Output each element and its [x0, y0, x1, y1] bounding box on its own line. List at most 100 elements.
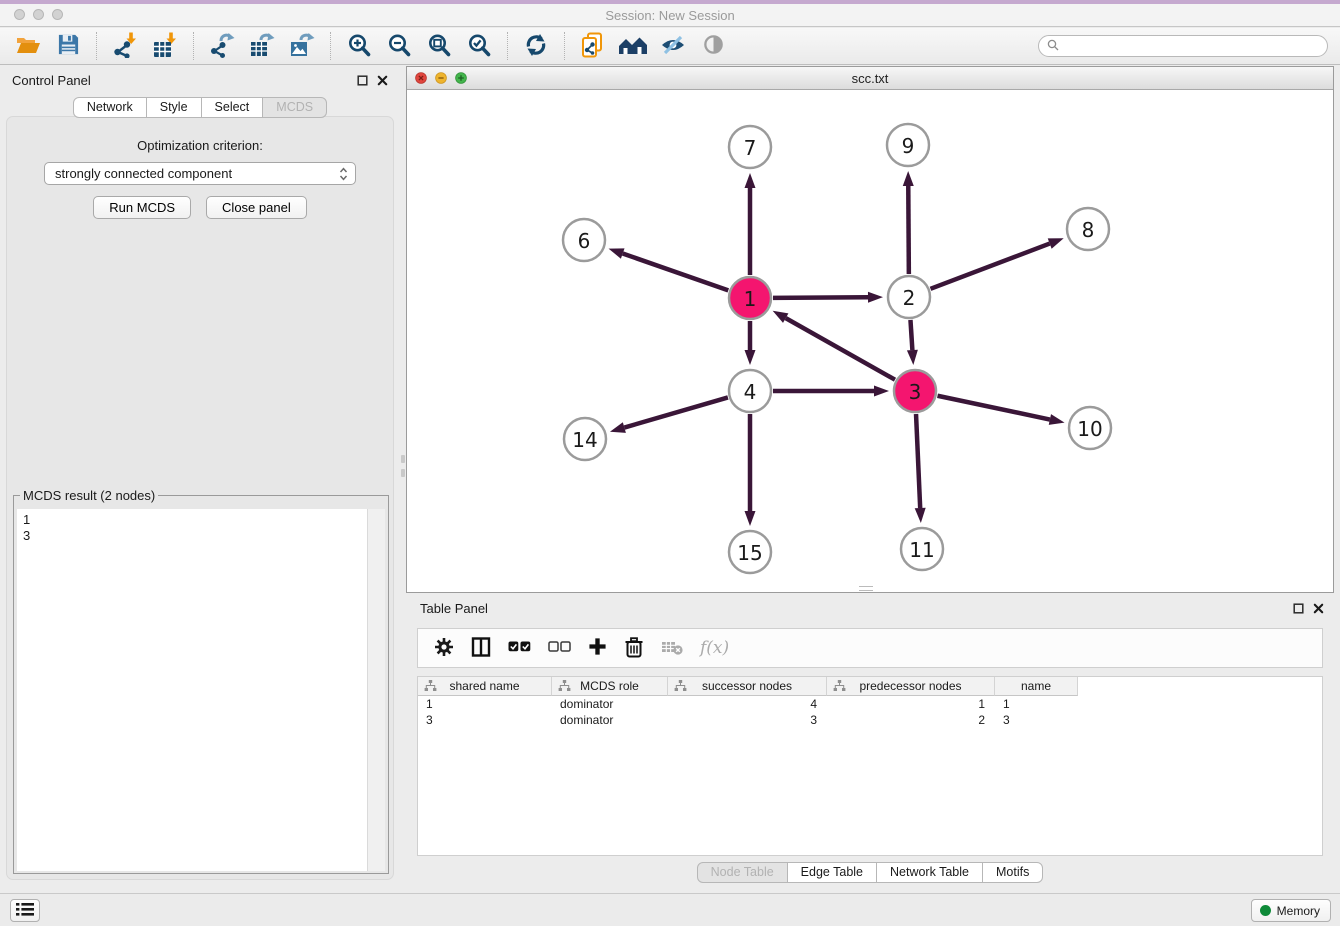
run-mcds-button[interactable]: Run MCDS [93, 196, 191, 219]
column-header-name[interactable]: name [995, 677, 1078, 696]
zoom-selected-icon [467, 33, 491, 60]
zoom-selected-button[interactable] [463, 30, 495, 62]
tab-node-table[interactable]: Node Table [697, 862, 788, 883]
delete-table-button[interactable] [661, 639, 683, 658]
graph-node-label-9: 9 [902, 134, 915, 158]
search-input[interactable] [1064, 39, 1319, 53]
graph-node-label-6: 6 [578, 229, 591, 253]
graph-edge-1-2[interactable] [773, 297, 868, 298]
refresh-icon [524, 33, 548, 60]
criterion-select[interactable]: strongly connected component [44, 162, 356, 185]
memory-status-icon [1260, 905, 1271, 916]
toolbar-separator [193, 32, 194, 60]
show-details-icon [702, 33, 725, 59]
titlebar: Session: New Session [0, 0, 1340, 27]
graph-node-label-4: 4 [744, 380, 757, 404]
tab-select[interactable]: Select [201, 97, 264, 118]
column-header-shared-name[interactable]: shared name [418, 677, 552, 696]
export-table-button[interactable] [246, 30, 278, 62]
show-details-button[interactable] [697, 30, 729, 62]
delete-column-button[interactable] [624, 636, 644, 661]
flow-icon [833, 680, 846, 695]
save-session-button[interactable] [52, 30, 84, 62]
close-panel-button[interactable]: Close panel [206, 196, 307, 219]
network-window-titlebar[interactable]: scc.txt [407, 67, 1333, 90]
import-table-button[interactable] [149, 30, 181, 62]
function-builder-button[interactable]: f(x) [700, 638, 729, 658]
memory-button-label: Memory [1277, 904, 1320, 918]
float-table-panel-icon[interactable] [1293, 602, 1304, 617]
titlebar-accent [0, 0, 1340, 4]
graph-node-label-15: 15 [737, 541, 762, 565]
graph-edge-arrow [773, 311, 789, 323]
close-panel-icon[interactable] [377, 74, 388, 89]
graph-node-label-7: 7 [744, 136, 757, 160]
mcds-result-legend: MCDS result (2 nodes) [20, 488, 158, 503]
table-panel: Table Panel f(x) shared nameMCDS rolesuc… [406, 595, 1334, 886]
houses-icon [618, 33, 648, 60]
graph-edge-1-6[interactable] [623, 254, 729, 291]
float-panel-icon[interactable] [357, 74, 368, 89]
tab-network-table[interactable]: Network Table [876, 862, 983, 883]
graph-edge-2-9[interactable] [908, 186, 909, 274]
table-toolbar: f(x) [417, 628, 1323, 668]
toolbar-separator [507, 32, 508, 60]
cell-shared-name: 1 [418, 696, 552, 712]
search-box[interactable] [1038, 35, 1328, 57]
column-header-mcds-role[interactable]: MCDS role [552, 677, 668, 696]
search-icon [1047, 39, 1059, 54]
graph-edge-arrow [868, 292, 883, 303]
table-row[interactable]: 1dominator411 [418, 696, 1322, 712]
gear-button[interactable] [434, 637, 454, 660]
task-history-button[interactable] [10, 899, 40, 922]
view-resize-grip[interactable] [859, 586, 873, 591]
graph-edge-arrow [609, 248, 625, 258]
deselect-all-columns-button[interactable] [548, 639, 571, 657]
add-column-icon [588, 637, 607, 659]
first-neighbors-button[interactable] [577, 30, 609, 62]
zoom-in-button[interactable] [343, 30, 375, 62]
graph-edge-arrow [1049, 414, 1065, 425]
table-row[interactable]: 3dominator323 [418, 712, 1322, 728]
column-header-predecessor-nodes[interactable]: predecessor nodes [827, 677, 995, 696]
memory-button[interactable]: Memory [1251, 899, 1331, 922]
graph-edge-3-10[interactable] [938, 396, 1050, 420]
tab-style[interactable]: Style [146, 97, 202, 118]
columns-icon [471, 637, 491, 660]
control-panel-title: Control Panel [12, 73, 91, 88]
result-scrollbar[interactable] [367, 509, 385, 871]
select-all-columns-button[interactable] [508, 639, 531, 657]
network-view-title: scc.txt [407, 71, 1333, 86]
houses-button[interactable] [617, 30, 649, 62]
mcds-result-text[interactable]: 1 3 [17, 509, 367, 871]
zoom-fit-button[interactable] [423, 30, 455, 62]
cell-predecessor-nodes: 2 [827, 712, 995, 728]
graph-edge-2-3[interactable] [910, 320, 912, 350]
add-column-button[interactable] [588, 637, 607, 659]
tab-motifs[interactable]: Motifs [982, 862, 1043, 883]
columns-button[interactable] [471, 637, 491, 660]
import-network-button[interactable] [109, 30, 141, 62]
toolbar-separator [330, 32, 331, 60]
tab-network[interactable]: Network [73, 97, 147, 118]
node-table: shared nameMCDS rolesuccessor nodes prede… [417, 676, 1323, 856]
tab-mcds[interactable]: MCDS [262, 97, 327, 118]
tab-edge-table[interactable]: Edge Table [787, 862, 877, 883]
refresh-button[interactable] [520, 30, 552, 62]
close-table-panel-icon[interactable] [1313, 602, 1324, 617]
delete-table-icon [661, 639, 683, 658]
column-header-successor-nodes[interactable]: successor nodes [668, 677, 827, 696]
open-session-button[interactable] [12, 30, 44, 62]
graph-edge-4-14[interactable] [624, 397, 728, 427]
optimization-criterion-label: Optimization criterion: [7, 138, 393, 153]
graph-edge-2-8[interactable] [931, 244, 1050, 289]
graph-edge-3-1[interactable] [786, 318, 895, 380]
zoom-out-button[interactable] [383, 30, 415, 62]
export-image-button[interactable] [286, 30, 318, 62]
column-header-label: predecessor nodes [859, 679, 961, 693]
graph-edge-3-11[interactable] [916, 414, 920, 508]
graph-node-label-2: 2 [903, 286, 916, 310]
export-network-button[interactable] [206, 30, 238, 62]
network-canvas[interactable]: 7968124314101511 [407, 90, 1333, 592]
hide-details-button[interactable] [657, 30, 689, 62]
